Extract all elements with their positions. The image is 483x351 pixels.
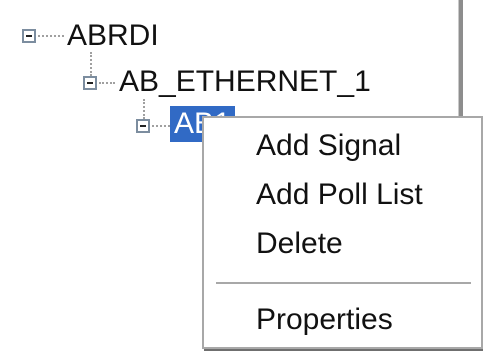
collapse-icon-ab1[interactable] xyxy=(136,119,150,133)
menu-item-delete[interactable]: Delete xyxy=(256,226,343,262)
menu-item-properties[interactable]: Properties xyxy=(256,302,393,338)
tree-connector xyxy=(38,35,64,37)
menu-item-add-poll-list[interactable]: Add Poll List xyxy=(256,177,423,213)
tree-connector xyxy=(90,52,92,76)
menu-separator xyxy=(216,282,471,285)
collapse-icon-abrdi[interactable] xyxy=(22,29,36,43)
context-menu: Add Signal Add Poll List Delete Properti… xyxy=(202,116,483,349)
tree-connector xyxy=(152,125,170,127)
menu-item-add-signal[interactable]: Add Signal xyxy=(256,128,401,164)
tree-connector xyxy=(99,82,115,84)
tree-node-abrdi[interactable]: ABRDI xyxy=(63,18,163,54)
collapse-icon-ab-ethernet-1[interactable] xyxy=(83,76,97,90)
tree-connector xyxy=(143,99,145,119)
tree-node-ab-ethernet-1[interactable]: AB_ETHERNET_1 xyxy=(115,64,375,100)
